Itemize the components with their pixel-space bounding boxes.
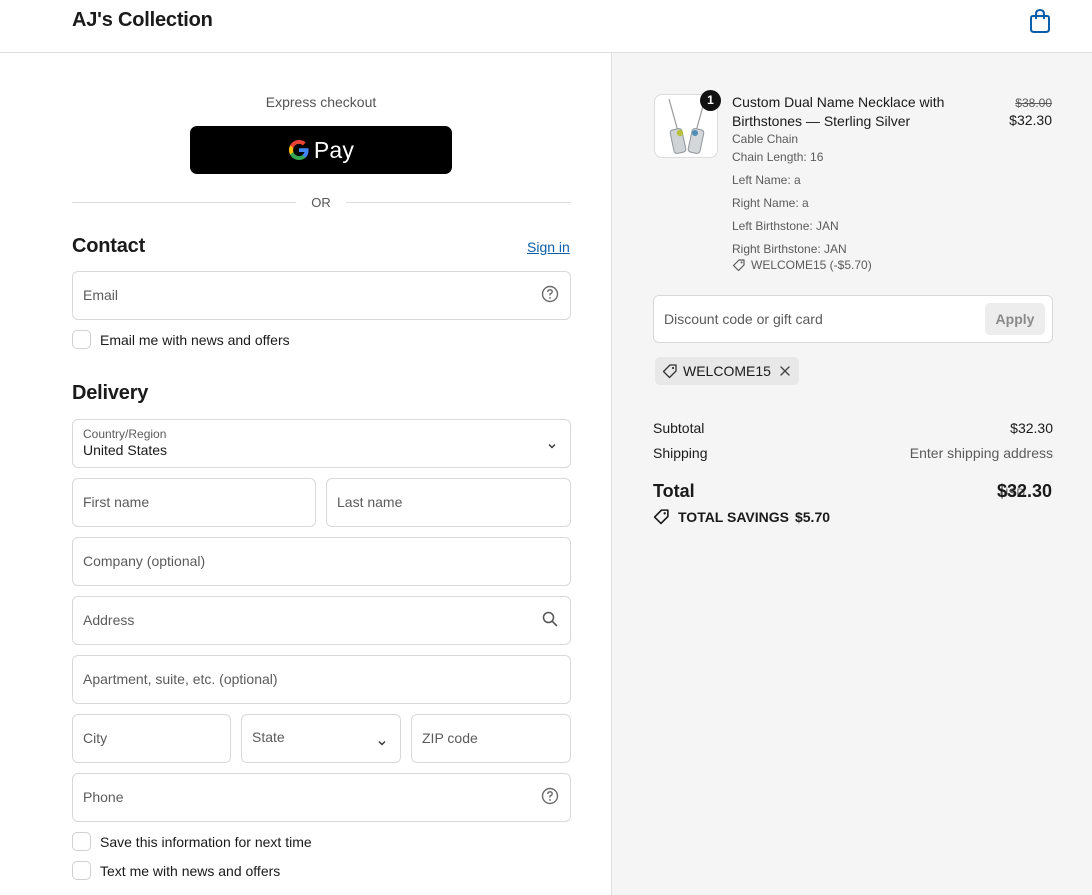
help-circle-icon[interactable] bbox=[541, 787, 559, 805]
text-offers-checkbox[interactable] bbox=[72, 861, 91, 880]
apartment-field[interactable]: Apartment, suite, etc. (optional) bbox=[72, 655, 571, 704]
total-label: Total bbox=[653, 481, 695, 501]
phone-placeholder: Phone bbox=[83, 789, 124, 805]
close-icon[interactable] bbox=[779, 365, 791, 377]
delivery-title: Delivery bbox=[72, 382, 149, 404]
email-offers-label: Email me with news and offers bbox=[100, 331, 290, 348]
search-icon[interactable] bbox=[541, 610, 559, 628]
site-header: AJ's Collection bbox=[0, 0, 1092, 53]
country-select[interactable]: Country/Region United States bbox=[72, 419, 571, 468]
email-field[interactable]: Email bbox=[72, 271, 571, 320]
shopping-bag-icon[interactable] bbox=[1028, 8, 1052, 34]
original-price: $38.00 bbox=[1015, 96, 1052, 110]
divider bbox=[346, 202, 571, 203]
variant-line: Right Birthstone: JAN bbox=[732, 242, 847, 256]
item-discount-label: WELCOME15 (-$5.70) bbox=[751, 258, 872, 272]
chevron-down-icon bbox=[547, 438, 557, 449]
zip-placeholder: ZIP code bbox=[422, 730, 478, 746]
sign-in-link[interactable]: Sign in bbox=[527, 239, 570, 255]
last-name-placeholder: Last name bbox=[337, 494, 403, 510]
email-offers-checkbox[interactable] bbox=[72, 330, 91, 349]
variant-line: Left Birthstone: JAN bbox=[732, 219, 839, 233]
applied-code-chip: WELCOME15 bbox=[655, 357, 799, 385]
address-placeholder: Address bbox=[83, 612, 135, 628]
email-offers-row[interactable]: Email me with news and offers bbox=[72, 330, 290, 349]
city-placeholder: City bbox=[83, 730, 108, 746]
gpay-label: Pay bbox=[313, 136, 355, 163]
city-field[interactable]: City bbox=[72, 714, 231, 763]
first-name-placeholder: First name bbox=[83, 494, 150, 510]
shipping-label: Shipping bbox=[653, 445, 708, 461]
tag-icon bbox=[662, 364, 677, 379]
product-title: Custom Dual Name Necklace with Birthston… bbox=[732, 94, 945, 129]
variant-line: Chain Length: 16 bbox=[732, 150, 824, 164]
google-g-icon bbox=[288, 140, 309, 160]
subtotal-row: Subtotal $32.30 bbox=[653, 420, 1053, 436]
apartment-placeholder: Apartment, suite, etc. (optional) bbox=[83, 671, 278, 687]
text-offers-label: Text me with news and offers bbox=[100, 862, 281, 879]
total-savings: TOTAL SAVINGS $5.70 bbox=[653, 508, 830, 525]
subtotal-value: $32.30 bbox=[1010, 420, 1053, 436]
savings-label: TOTAL SAVINGS bbox=[678, 508, 789, 525]
divider bbox=[72, 202, 296, 203]
item-discount: WELCOME15 (-$5.70) bbox=[732, 258, 872, 272]
text-offers-row[interactable]: Text me with news and offers bbox=[72, 861, 280, 880]
current-price: $32.30 bbox=[1009, 112, 1052, 128]
phone-field[interactable]: Phone bbox=[72, 773, 571, 822]
variant-line: Left Name: a bbox=[732, 173, 801, 187]
variant-line: Right Name: a bbox=[732, 196, 809, 210]
discount-code-input[interactable]: Discount code or gift card Apply bbox=[653, 295, 1053, 343]
help-circle-icon[interactable] bbox=[541, 285, 559, 303]
zip-field[interactable]: ZIP code bbox=[411, 714, 571, 763]
shipping-value: Enter shipping address bbox=[909, 445, 1053, 461]
company-field[interactable]: Company (optional) bbox=[72, 537, 571, 586]
email-placeholder: Email bbox=[83, 287, 119, 303]
company-placeholder: Company (optional) bbox=[83, 553, 206, 569]
applied-code-label: WELCOME15 bbox=[683, 363, 771, 379]
quantity-badge: 1 bbox=[700, 90, 721, 111]
checkout-form: Express checkout Pay OR Contact Sign in … bbox=[0, 53, 611, 895]
contact-title: Contact bbox=[72, 235, 146, 257]
apply-button[interactable]: Apply bbox=[985, 303, 1045, 335]
google-pay-button[interactable]: Pay bbox=[190, 126, 452, 174]
save-info-label: Save this information for next time bbox=[100, 833, 312, 850]
country-label: Country/Region bbox=[83, 427, 167, 441]
save-info-checkbox[interactable] bbox=[72, 832, 91, 851]
save-info-row[interactable]: Save this information for next time bbox=[72, 832, 312, 851]
or-separator: OR bbox=[311, 195, 331, 210]
chevron-down-icon bbox=[377, 735, 387, 746]
express-checkout-label: Express checkout bbox=[265, 94, 377, 110]
state-select[interactable]: State bbox=[241, 714, 401, 763]
subtotal-label: Subtotal bbox=[653, 420, 705, 436]
last-name-field[interactable]: Last name bbox=[326, 478, 571, 527]
shipping-row: Shipping Enter shipping address bbox=[653, 445, 1053, 461]
variant-line: Cable Chain bbox=[732, 132, 799, 146]
tag-icon bbox=[732, 259, 745, 272]
discount-placeholder: Discount code or gift card bbox=[664, 311, 823, 327]
country-value: United States bbox=[83, 442, 168, 458]
state-placeholder: State bbox=[252, 729, 285, 745]
store-name[interactable]: AJ's Collection bbox=[72, 9, 213, 32]
savings-value: $5.70 bbox=[794, 508, 831, 525]
first-name-field[interactable]: First name bbox=[72, 478, 316, 527]
tag-icon bbox=[653, 509, 669, 525]
order-summary: 1 Custom Dual Name Necklace with Birthst… bbox=[611, 53, 1092, 895]
address-field[interactable]: Address bbox=[72, 596, 571, 645]
total-amount: $32.30 bbox=[996, 481, 1052, 501]
